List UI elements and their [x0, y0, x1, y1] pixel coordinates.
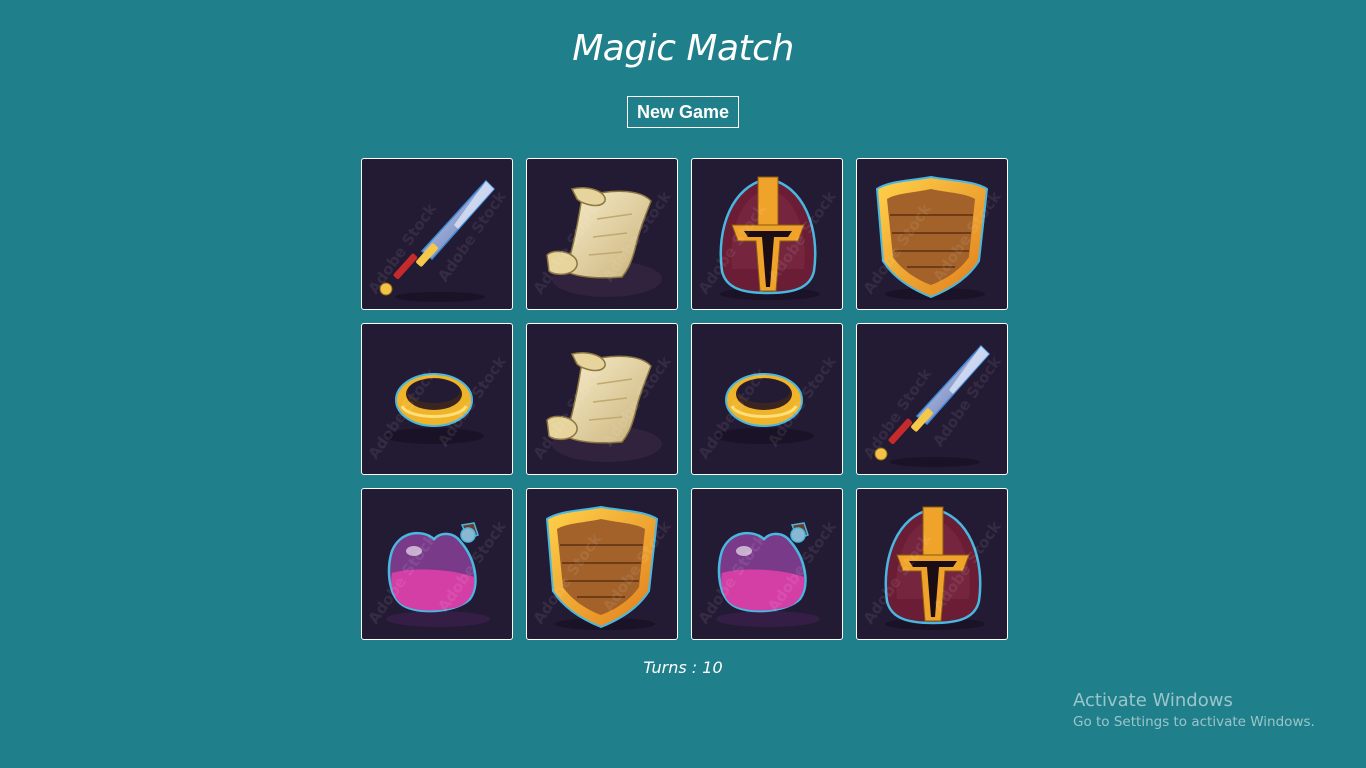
game-card[interactable]: Adobe Stock Adobe Stock	[856, 488, 1008, 640]
game-title: Magic Match	[572, 28, 794, 69]
potion-icon: Adobe Stock Adobe Stock	[694, 517, 840, 627]
game-card[interactable]: Adobe Stock Adobe Stock	[361, 158, 513, 310]
card-grid: Adobe Stock Adobe Stock Adobe Stock Adob…	[361, 158, 1008, 640]
game-card[interactable]: Adobe Stock Adobe Stock	[526, 488, 678, 640]
activation-heading: Activate Windows	[1073, 690, 1233, 711]
helmet-icon: Adobe Stock Adobe Stock	[694, 176, 840, 300]
sword-icon: Adobe Stock Adobe Stock	[364, 179, 510, 302]
turns-separator: :	[686, 658, 703, 677]
game-card[interactable]: Adobe Stock Adobe Stock	[361, 323, 513, 475]
shield-icon: Adobe Stock Adobe Stock	[529, 505, 675, 630]
game-card[interactable]: Adobe Stock Adobe Stock	[526, 323, 678, 475]
sword-icon: Adobe Stock Adobe Stock	[859, 344, 1005, 467]
scroll-icon: Adobe Stock Adobe Stock	[529, 187, 675, 297]
shield-icon: Adobe Stock Adobe Stock	[859, 175, 1005, 300]
new-game-button[interactable]: New Game	[627, 96, 739, 128]
game-card[interactable]: Adobe Stock Adobe Stock	[856, 323, 1008, 475]
ring-icon: Adobe Stock Adobe Stock	[694, 352, 840, 462]
game-card[interactable]: Adobe Stock Adobe Stock	[691, 158, 843, 310]
turns-label: Turns	[643, 658, 687, 677]
helmet-icon: Adobe Stock Adobe Stock	[859, 506, 1005, 630]
game-card[interactable]: Adobe Stock Adobe Stock	[526, 158, 678, 310]
game-card[interactable]: Adobe Stock Adobe Stock	[691, 323, 843, 475]
scroll-icon: Adobe Stock Adobe Stock	[529, 352, 675, 462]
game-card[interactable]: Adobe Stock Adobe Stock	[361, 488, 513, 640]
windows-activation-watermark: Activate Windows Go to Settings to activ…	[1073, 690, 1315, 730]
game-card[interactable]: Adobe Stock Adobe Stock	[856, 158, 1008, 310]
turns-value: 10	[702, 658, 723, 677]
potion-icon: Adobe Stock Adobe Stock	[364, 517, 510, 627]
activation-subtext: Go to Settings to activate Windows.	[1073, 714, 1315, 730]
turns-counter: Turns : 10	[0, 658, 1366, 677]
ring-icon: Adobe Stock Adobe Stock	[364, 352, 510, 462]
game-card[interactable]: Adobe Stock Adobe Stock	[691, 488, 843, 640]
